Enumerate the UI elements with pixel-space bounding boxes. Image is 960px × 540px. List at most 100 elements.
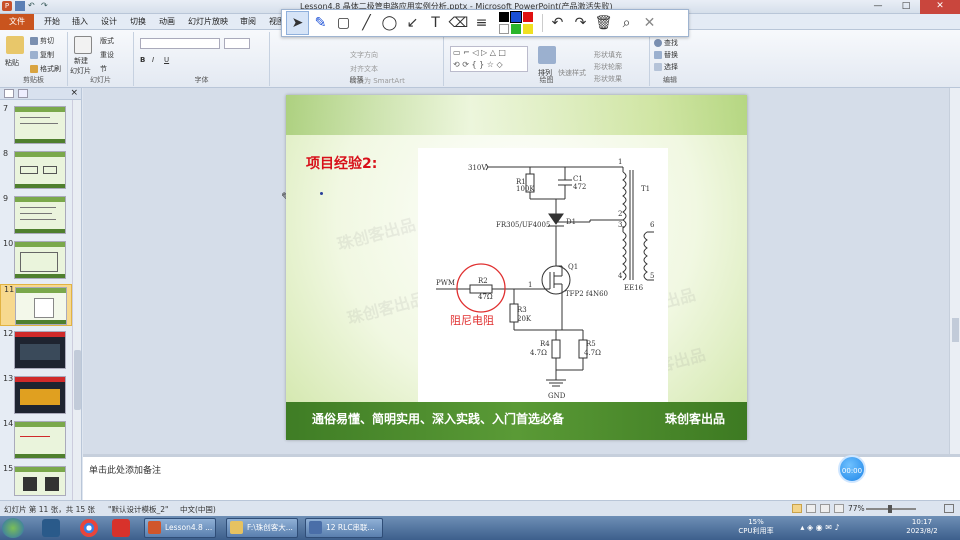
zoom-slider[interactable]: [866, 505, 916, 513]
language-status[interactable]: 中文(中国): [180, 504, 216, 515]
shape-fill-button[interactable]: 形状填充: [594, 50, 622, 60]
close-toolbar-icon[interactable]: ✕: [638, 11, 661, 35]
slide-thumbnail[interactable]: 10: [0, 239, 72, 281]
tab-slideshow[interactable]: 幻灯片放映: [188, 16, 228, 27]
reading-view-icon[interactable]: [820, 504, 830, 513]
slide-canvas[interactable]: 项目经验2: 珠创客出品 珠创客出品 珠创客出品 珠创客出品 珠创客出品: [286, 95, 747, 440]
pen-tool-icon[interactable]: ✎: [309, 11, 332, 35]
slide-thumbnail-selected[interactable]: 11: [0, 284, 72, 326]
paste-icon[interactable]: [6, 36, 24, 54]
fit-slide-icon[interactable]: [944, 504, 954, 513]
find-button[interactable]: 查找: [654, 38, 678, 48]
color-swatch-yellow[interactable]: [523, 24, 533, 34]
rectangle-tool-icon[interactable]: ▢: [332, 11, 355, 35]
save-icon[interactable]: [15, 1, 25, 11]
italic-button[interactable]: I: [152, 56, 154, 64]
layout-button[interactable]: 版式: [100, 36, 114, 46]
clock[interactable]: 10:17 2023/8/2: [896, 518, 948, 536]
zoom-icon[interactable]: ⌕: [615, 11, 638, 35]
line-tool-icon[interactable]: ╱: [355, 11, 378, 35]
normal-view-icon[interactable]: [792, 504, 802, 513]
notes-placeholder[interactable]: 单击此处添加备注: [89, 463, 161, 476]
new-slide-button[interactable]: 新建: [74, 56, 88, 66]
system-tray-icons[interactable]: ▴ ◈ ◉ ✉ ♪: [790, 523, 850, 532]
color-swatch-black[interactable]: [499, 12, 509, 22]
zoom-level[interactable]: 77%: [848, 504, 865, 513]
close-pane-icon[interactable]: ×: [70, 88, 78, 98]
underline-button[interactable]: U: [164, 56, 169, 64]
slide-title[interactable]: 项目经验2:: [306, 153, 377, 173]
recording-timer[interactable]: 00:00: [838, 455, 866, 483]
tab-transitions[interactable]: 切换: [130, 16, 146, 27]
delete-icon[interactable]: 🗑: [592, 11, 615, 35]
circuit-diagram[interactable]: 310V R1 100K C1 472 D1 FR305/UF4005 T1 1…: [418, 148, 668, 403]
taskbar-app-folder[interactable]: F:\珠创客大...: [226, 518, 298, 538]
section-button[interactable]: 节: [100, 64, 107, 74]
xmind-icon[interactable]: [112, 519, 130, 537]
redo-icon[interactable]: ↷: [569, 11, 592, 35]
chrome-icon[interactable]: [80, 519, 98, 537]
paste-button[interactable]: 粘贴: [5, 58, 19, 68]
cut-button[interactable]: 剪切: [30, 36, 54, 46]
select-button[interactable]: 选择: [654, 62, 678, 72]
vertical-scrollbar[interactable]: [949, 88, 960, 454]
pointer-tool-icon[interactable]: ➤: [286, 11, 309, 35]
theme-status[interactable]: "默认设计模板_2": [108, 504, 168, 515]
arrange-icon[interactable]: [538, 46, 556, 64]
font-size-select[interactable]: [224, 38, 250, 49]
slide-thumbnail[interactable]: 9: [0, 194, 72, 236]
slides-pane-scrollbar[interactable]: [72, 100, 81, 500]
text-direction-button[interactable]: 文字方向: [350, 50, 378, 60]
slide-thumbnail[interactable]: 13: [0, 374, 72, 416]
line-width-icon[interactable]: ≡: [470, 11, 493, 35]
color-swatch-green[interactable]: [511, 24, 521, 34]
powerpoint-icon[interactable]: P: [2, 1, 12, 11]
align-text-button[interactable]: 对齐文本: [350, 64, 378, 74]
notes-pane[interactable]: 单击此处添加备注: [83, 454, 960, 500]
slide-brand[interactable]: 珠创客出品: [665, 410, 725, 427]
replace-button[interactable]: 替换: [654, 50, 678, 60]
redo-icon[interactable]: ↷: [41, 1, 51, 11]
tab-review[interactable]: 审阅: [240, 16, 256, 27]
ellipse-tool-icon[interactable]: ◯: [378, 11, 401, 35]
text-tool-icon[interactable]: T: [424, 11, 447, 35]
color-swatch-blue[interactable]: [510, 11, 522, 23]
tab-design[interactable]: 设计: [101, 16, 117, 27]
slideshow-view-icon[interactable]: [834, 504, 844, 513]
new-slide-icon[interactable]: [74, 36, 92, 54]
taskbar-app-powerpoint[interactable]: Lesson4.8 ...: [144, 518, 216, 538]
color-swatch-red[interactable]: [523, 12, 533, 22]
close-button[interactable]: ✕: [920, 0, 960, 14]
minimize-button[interactable]: —: [864, 0, 892, 14]
shapes-gallery[interactable]: ▭ ⌐ ◁ ▷ △ □ ⟲ ⟳ { } ☆ ◇: [450, 46, 528, 72]
bold-button[interactable]: B: [140, 56, 145, 64]
slide-slogan[interactable]: 通俗易懂、简明实用、深入实践、入门首选必备: [312, 410, 564, 427]
tab-insert[interactable]: 插入: [72, 16, 88, 27]
arrow-tool-icon[interactable]: ↙: [401, 11, 424, 35]
slide-thumbnail[interactable]: 12: [0, 329, 72, 371]
reset-button[interactable]: 重设: [100, 50, 114, 60]
slide-sorter-icon[interactable]: [806, 504, 816, 513]
copy-button[interactable]: 复制: [30, 50, 54, 60]
tab-file[interactable]: 文件: [0, 14, 34, 30]
font-name-select[interactable]: [140, 38, 220, 49]
format-painter-button[interactable]: 格式刷: [30, 64, 61, 74]
cpu-usage-indicator[interactable]: 15% CPU利用率: [736, 518, 776, 536]
shape-outline-button[interactable]: 形状轮廓: [594, 62, 622, 72]
svg-text:4.7Ω: 4.7Ω: [530, 349, 547, 357]
start-button[interactable]: [2, 518, 24, 538]
tab-home[interactable]: 开始: [44, 16, 60, 27]
undo-icon[interactable]: ↶: [28, 1, 38, 11]
color-swatch-white[interactable]: [499, 24, 509, 34]
taskbar-app-simulator[interactable]: 12 RLC串联...: [305, 518, 383, 538]
explorer-taskbar-icon[interactable]: [42, 519, 60, 537]
slide-thumbnail[interactable]: 14: [0, 419, 72, 461]
undo-icon[interactable]: ↶: [546, 11, 569, 35]
slides-tab-icon[interactable]: [4, 89, 14, 98]
slide-thumbnail[interactable]: 8: [0, 149, 72, 191]
tab-animations[interactable]: 动画: [159, 16, 175, 27]
maximize-button[interactable]: □: [892, 0, 920, 14]
slide-thumbnail[interactable]: 7: [0, 104, 72, 146]
outline-tab-icon[interactable]: [18, 89, 28, 98]
eraser-tool-icon[interactable]: ⌫: [447, 11, 470, 35]
